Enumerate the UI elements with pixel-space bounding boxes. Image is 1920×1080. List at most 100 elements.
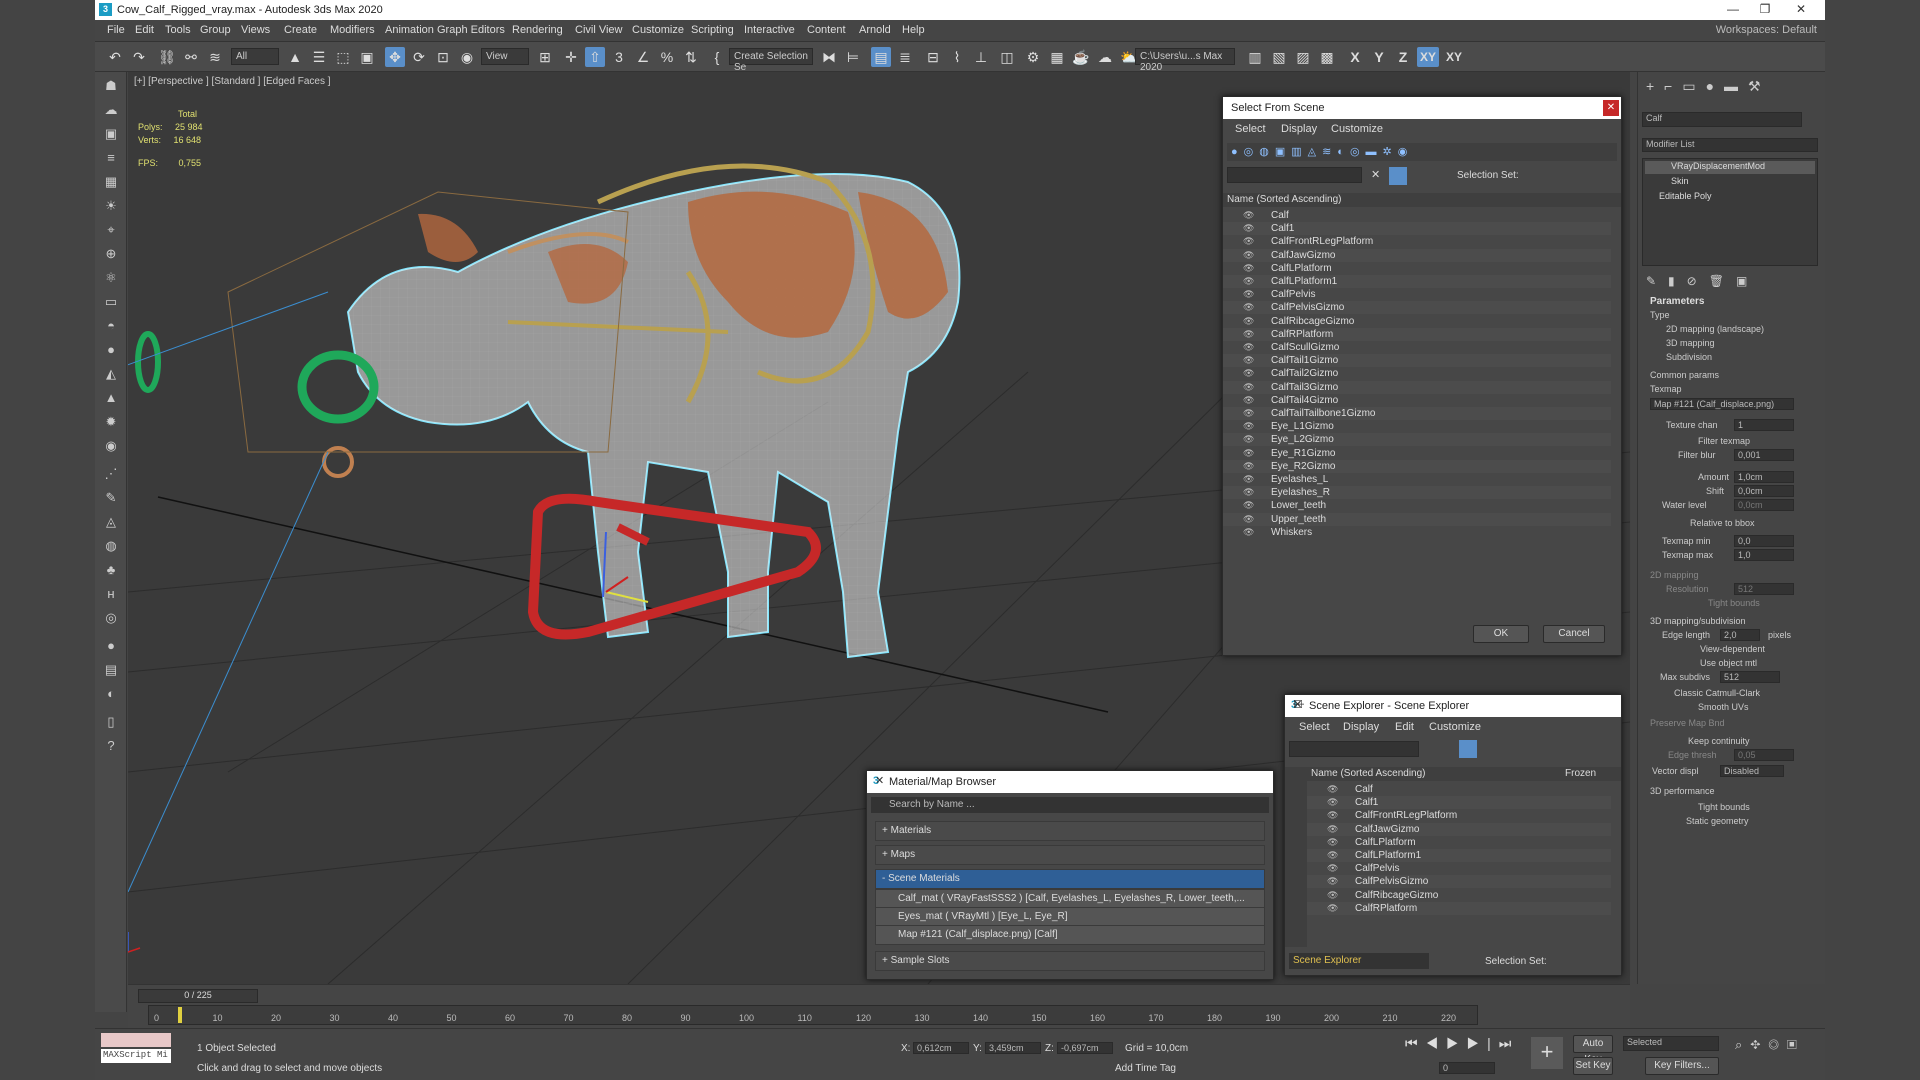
visibility-eye-icon[interactable]: 👁 xyxy=(1327,824,1338,835)
se-search-input[interactable] xyxy=(1289,741,1419,757)
menu-group[interactable]: Group xyxy=(200,24,231,36)
bind-space-warp-icon[interactable]: ≋ xyxy=(205,47,225,67)
se-row[interactable]: 👁 CalfPelvis xyxy=(1307,862,1611,875)
sfs-row[interactable]: 👁 Lower_teeth xyxy=(1223,499,1611,512)
select-object-icon[interactable]: ▲ xyxy=(285,47,305,67)
visibility-eye-icon[interactable]: 👁 xyxy=(1243,342,1254,353)
open-folder-icon[interactable]: ▧ xyxy=(1269,47,1289,67)
visibility-eye-icon[interactable]: 👁 xyxy=(1243,448,1254,459)
visibility-eye-icon[interactable]: 👁 xyxy=(1327,903,1338,914)
minimize-button[interactable]: — xyxy=(1721,2,1745,18)
filter-type-icons[interactable]: ●◎◍▣▥◬≋◐◎▬✲◉ xyxy=(1231,145,1413,158)
menu-scripting[interactable]: Scripting xyxy=(691,24,734,36)
menu-content[interactable]: Content xyxy=(807,24,846,36)
edge-thresh-spinner[interactable]: 0,05 xyxy=(1734,749,1794,761)
visibility-eye-icon[interactable]: 👁 xyxy=(1243,500,1254,511)
sfs-row[interactable]: 👁 CalfTail4Gizmo xyxy=(1223,394,1611,407)
max-subdivs-spinner[interactable]: 512 xyxy=(1720,671,1780,683)
close-icon[interactable]: ✕ xyxy=(875,774,1263,787)
sun-icon[interactable]: ✹ xyxy=(101,412,121,432)
parameters-rollout[interactable]: Parameters xyxy=(1650,296,1704,307)
resolution-spinner[interactable]: 512 xyxy=(1734,583,1794,595)
image-icon[interactable]: ▣ xyxy=(101,124,121,144)
sfs-row[interactable]: 👁 CalfRibcageGizmo xyxy=(1223,315,1611,328)
mb-calf-mat[interactable]: Calf_mat ( VRayFastSSS2 ) [Calf, Eyelash… xyxy=(875,889,1265,909)
visibility-eye-icon[interactable]: 👁 xyxy=(1243,263,1254,274)
smooth-uvs-checkbox[interactable]: Smooth UVs xyxy=(1698,702,1749,712)
view-dependent-checkbox[interactable]: View-dependent xyxy=(1700,644,1765,654)
stack-vray-displacement[interactable]: VRayDisplacementMod xyxy=(1645,161,1815,174)
sfs-row[interactable]: 👁 Calf1 xyxy=(1223,222,1611,236)
brush-icon[interactable]: ✎ xyxy=(101,488,121,508)
texmap-max-spinner[interactable]: 1,0 xyxy=(1734,549,1794,561)
menu-help[interactable]: Help xyxy=(902,24,925,36)
visibility-eye-icon[interactable]: 👁 xyxy=(1243,250,1254,261)
sfs-row[interactable]: 👁 CalfLPlatform1 xyxy=(1223,275,1611,288)
mb-section-maps[interactable]: + Maps xyxy=(875,845,1265,865)
layers-icon[interactable]: ≡ xyxy=(101,148,121,168)
hf-icon[interactable]: ʜ xyxy=(101,584,121,604)
amount-spinner[interactable]: 1,0cm xyxy=(1734,471,1794,483)
close-button[interactable]: ✕ xyxy=(1789,2,1813,18)
set-key-plus-icon[interactable]: + xyxy=(1531,1037,1563,1069)
time-slider[interactable]: 0 / 225 xyxy=(138,989,258,1003)
se-row[interactable]: 👁 CalfLPlatform xyxy=(1307,836,1611,849)
sfs-row[interactable]: 👁 Eye_L1Gizmo xyxy=(1223,420,1611,433)
z-coordinate-field[interactable]: -0,697cm xyxy=(1057,1042,1113,1054)
se-menu-select[interactable]: Select xyxy=(1299,721,1330,733)
named-selection-dropdown[interactable]: Create Selection Se xyxy=(729,48,813,73)
move-icon[interactable]: ✥ xyxy=(385,47,405,67)
sfs-row[interactable]: 👁 CalfPelvisGizmo xyxy=(1223,301,1611,315)
mb-section-scene-materials[interactable]: - Scene Materials xyxy=(875,869,1265,889)
se-type-filter-column[interactable] xyxy=(1285,767,1307,947)
se-row[interactable]: 👁 Calf1 xyxy=(1307,796,1611,810)
stack-editable-poly[interactable]: Editable Poly xyxy=(1645,191,1815,204)
sfs-row[interactable]: 👁 CalfTailTailbone1Gizmo xyxy=(1223,407,1611,420)
texture-chan-spinner[interactable]: 1 xyxy=(1734,419,1794,431)
texture-icon[interactable]: ◎ xyxy=(101,608,121,628)
link-icon[interactable]: ⛓ xyxy=(157,47,177,67)
se-menu-customize[interactable]: Customize xyxy=(1429,721,1481,733)
mb-search-input[interactable]: Search by Name ... xyxy=(871,797,1269,813)
vray-mesh-icon[interactable]: ◬ xyxy=(101,512,121,532)
unlink-icon[interactable]: ⚯ xyxy=(181,47,201,67)
viewport-label[interactable]: [+] [Perspective ] [Standard ] [Edged Fa… xyxy=(134,76,331,87)
edge-length-spinner[interactable]: 2,0 xyxy=(1720,629,1760,641)
menu-rendering[interactable]: Rendering xyxy=(512,24,563,36)
water-level-spinner[interactable]: 0,0cm xyxy=(1734,499,1794,511)
schematic-view-icon[interactable]: ⊥ xyxy=(971,47,991,67)
texmap-min-spinner[interactable]: 0,0 xyxy=(1734,535,1794,547)
project-folder-icon[interactable]: ▥ xyxy=(1245,47,1265,67)
se-menu-edit[interactable]: Edit xyxy=(1395,721,1414,733)
sfs-row[interactable]: 👁 Whiskers xyxy=(1223,526,1611,539)
spot-icon[interactable]: ◭ xyxy=(101,364,121,384)
add-time-tag-button[interactable]: Add Time Tag xyxy=(1115,1063,1176,1074)
script-icon[interactable]: ▯ xyxy=(101,712,121,732)
camera-icon[interactable]: ⌖ xyxy=(101,220,121,240)
se-row[interactable]: 👁 Calf xyxy=(1307,783,1611,796)
helper-icon[interactable]: ⊕ xyxy=(101,244,121,264)
teapot-icon[interactable]: ☗ xyxy=(101,76,121,96)
sfs-menu-customize[interactable]: Customize xyxy=(1331,123,1383,135)
menu-tools[interactable]: Tools xyxy=(165,24,191,36)
set-key-button[interactable]: Set Key xyxy=(1573,1057,1613,1075)
sfs-row[interactable]: 👁 CalfTail3Gizmo xyxy=(1223,380,1611,394)
light-bulb-icon[interactable]: ☀ xyxy=(101,196,121,216)
visibility-eye-icon[interactable]: 👁 xyxy=(1243,368,1254,379)
mb-eyes-mat[interactable]: Eyes_mat ( VRayMtl ) [Eye_L, Eye_R] xyxy=(875,907,1265,927)
playback-controls[interactable]: ⏮◀▶▶|⏭ xyxy=(1405,1035,1519,1052)
spinner-snap-icon[interactable]: ⇅ xyxy=(681,47,701,67)
percent-snap-icon[interactable]: % xyxy=(657,47,677,67)
ribbon-icon[interactable]: ⊟ xyxy=(923,47,943,67)
menu-customize[interactable]: Customize xyxy=(632,24,684,36)
object-name-field[interactable]: Calf xyxy=(1642,112,1802,127)
tight-bounds-checkbox[interactable]: Tight bounds xyxy=(1698,802,1750,812)
sfs-row[interactable]: 👁 CalfTail2Gizmo xyxy=(1223,367,1611,380)
menu-interactive[interactable]: Interactive xyxy=(744,24,795,36)
render-setup-icon[interactable]: ⚙ xyxy=(1023,47,1043,67)
menu-views[interactable]: Views xyxy=(241,24,270,36)
key-mode-dropdown[interactable]: Selected xyxy=(1623,1036,1719,1051)
filter-blur-spinner[interactable]: 0,001 xyxy=(1734,449,1794,461)
menu-animation[interactable]: Animation xyxy=(385,24,434,36)
sfs-row[interactable]: 👁 Calf xyxy=(1223,209,1611,222)
